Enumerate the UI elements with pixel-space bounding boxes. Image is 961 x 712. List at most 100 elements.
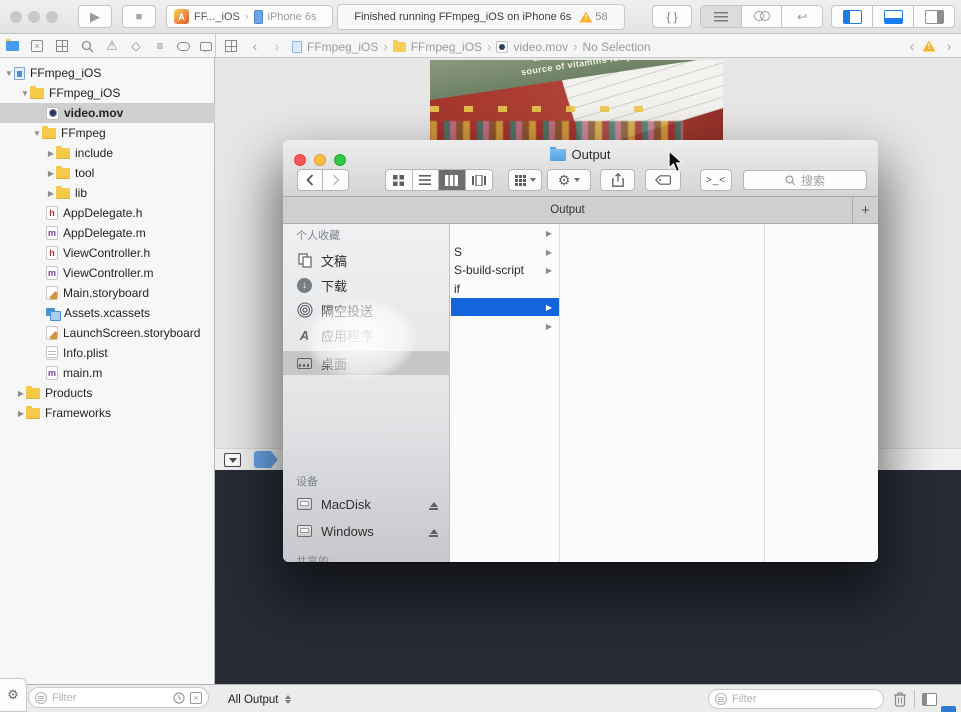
clock-icon[interactable] bbox=[173, 692, 185, 704]
zoom-window-button[interactable] bbox=[46, 11, 58, 23]
symbol-navigator-tab[interactable]: × bbox=[30, 39, 44, 53]
sidebar-item-macdisk[interactable]: MacDisk bbox=[283, 492, 450, 516]
breadcrumb-file[interactable]: video.mov bbox=[513, 40, 568, 54]
file-row[interactable]: ▶ bbox=[451, 317, 559, 335]
share-button[interactable] bbox=[600, 169, 635, 191]
minimize-window-button[interactable] bbox=[28, 11, 40, 23]
tree-row-products[interactable]: ▶Products bbox=[0, 383, 215, 403]
back-button[interactable]: ‹ bbox=[248, 39, 262, 53]
finder-titlebar[interactable]: Output bbox=[283, 140, 878, 197]
breadcrumb-group[interactable]: FFmpeg_iOS bbox=[411, 40, 482, 54]
icon-view-button[interactable] bbox=[386, 170, 413, 190]
action-button[interactable]: ⚙ bbox=[547, 169, 591, 191]
column-view-icon bbox=[445, 175, 458, 186]
code-snippets-button[interactable]: { } bbox=[652, 5, 692, 28]
related-items-button[interactable] bbox=[224, 39, 238, 53]
file-row[interactable]: S-build-script▶ bbox=[451, 261, 559, 279]
previous-issue-button[interactable]: ‹ bbox=[905, 39, 919, 53]
tree-row-tool[interactable]: ▶tool bbox=[0, 163, 215, 183]
toggle-console-button[interactable] bbox=[941, 706, 956, 712]
toggle-navigator-button[interactable] bbox=[832, 6, 873, 27]
disclosure-closed-icon[interactable]: ▶ bbox=[46, 189, 56, 198]
tree-row-appdelegate-m[interactable]: mAppDelegate.m bbox=[0, 223, 215, 243]
file-row[interactable]: S▶ bbox=[451, 243, 559, 261]
chevron-right-icon: › bbox=[947, 38, 952, 54]
file-row[interactable]: ▶ bbox=[451, 224, 559, 242]
tree-row-group[interactable]: ▼FFmpeg_iOS bbox=[0, 83, 215, 103]
tree-row-viewcontroller-h[interactable]: hViewController.h bbox=[0, 243, 215, 263]
tab-output[interactable]: Output bbox=[283, 204, 852, 216]
test-navigator-tab[interactable]: ◇ bbox=[129, 39, 143, 53]
folder-icon bbox=[56, 168, 70, 179]
disclosure-closed-icon[interactable]: ▶ bbox=[46, 169, 56, 178]
breadcrumb-selection[interactable]: No Selection bbox=[582, 40, 650, 54]
issue-indicator[interactable] bbox=[922, 39, 936, 53]
tree-row-assets[interactable]: Assets.xcassets bbox=[0, 303, 215, 323]
next-issue-button[interactable]: › bbox=[942, 39, 956, 53]
tree-row-ffmpeg[interactable]: ▼FFmpeg bbox=[0, 123, 215, 143]
toggle-debug-area-button[interactable] bbox=[873, 6, 914, 27]
eject-button[interactable] bbox=[429, 525, 438, 537]
view-mode-segment bbox=[385, 169, 493, 191]
disclosure-closed-icon[interactable]: ▶ bbox=[16, 389, 26, 398]
hierarchy-navigator-tab[interactable] bbox=[55, 39, 69, 53]
gear-popover[interactable]: ⚙ bbox=[0, 678, 27, 712]
finder-search-field[interactable]: 搜索 bbox=[743, 170, 867, 190]
flat-hierarchy-toggle[interactable]: × bbox=[190, 692, 202, 704]
sidebar-item-windows[interactable]: Windows bbox=[283, 519, 450, 543]
forward-button[interactable]: › bbox=[270, 39, 284, 53]
console-output-selector[interactable]: All Output bbox=[228, 692, 291, 707]
toggle-utilities-button[interactable] bbox=[914, 6, 954, 27]
list-view-button[interactable] bbox=[413, 170, 440, 190]
run-button[interactable]: ▶ bbox=[78, 5, 112, 28]
issue-navigator-tab[interactable]: ⚠ bbox=[105, 39, 119, 53]
debug-navigator-tab[interactable]: ≡ bbox=[153, 39, 167, 53]
toggle-variables-view-button[interactable] bbox=[922, 693, 937, 706]
disclosure-closed-icon[interactable]: ▶ bbox=[16, 409, 26, 418]
breakpoint-navigator-tab[interactable] bbox=[176, 39, 190, 53]
eject-button[interactable] bbox=[429, 498, 438, 510]
column-view-button[interactable] bbox=[439, 170, 466, 190]
back-button[interactable] bbox=[298, 170, 323, 190]
tree-row-viewcontroller-m[interactable]: mViewController.m bbox=[0, 263, 215, 283]
search-navigator-tab[interactable] bbox=[80, 39, 94, 53]
file-row-selected[interactable]: ▶ bbox=[451, 298, 559, 316]
assistant-editor-button[interactable] bbox=[742, 6, 783, 27]
tree-row-main-m[interactable]: mmain.m bbox=[0, 363, 215, 383]
video-options-button[interactable] bbox=[224, 453, 241, 467]
breadcrumb-project[interactable]: FFmpeg_iOS bbox=[307, 40, 378, 54]
report-navigator-tab[interactable] bbox=[199, 39, 213, 53]
stop-button[interactable]: ■ bbox=[122, 5, 156, 28]
project-navigator-tab[interactable] bbox=[5, 39, 19, 53]
tree-row-frameworks[interactable]: ▶Frameworks bbox=[0, 403, 215, 423]
tree-row-main-storyboard[interactable]: Main.storyboard bbox=[0, 283, 215, 303]
version-editor-button[interactable]: ↩ bbox=[782, 6, 822, 27]
warning-badge[interactable]: 58 bbox=[579, 11, 607, 23]
tree-row-info-plist[interactable]: Info.plist bbox=[0, 343, 215, 363]
tree-row-lib[interactable]: ▶lib bbox=[0, 183, 215, 203]
file-row[interactable]: if bbox=[451, 280, 559, 298]
folder-icon bbox=[56, 188, 70, 199]
standard-editor-button[interactable] bbox=[701, 6, 742, 27]
forward-button[interactable] bbox=[323, 170, 348, 190]
tree-row-video-mov[interactable]: video.mov bbox=[0, 103, 215, 123]
emoticon-toolbar-button[interactable]: >_< bbox=[700, 169, 732, 191]
trash-button[interactable] bbox=[893, 691, 907, 707]
disclosure-closed-icon[interactable]: ▶ bbox=[46, 149, 56, 158]
tree-row-appdelegate-h[interactable]: hAppDelegate.h bbox=[0, 203, 215, 223]
close-window-button[interactable] bbox=[10, 11, 22, 23]
console-filter-input[interactable]: Filter bbox=[708, 689, 884, 709]
navigator-filter-input[interactable]: Filter × bbox=[28, 687, 209, 708]
new-tab-button[interactable]: + bbox=[852, 197, 878, 223]
disclosure-open-icon[interactable]: ▼ bbox=[4, 69, 14, 78]
tree-row-include[interactable]: ▶include bbox=[0, 143, 215, 163]
disclosure-open-icon[interactable]: ▼ bbox=[32, 129, 42, 138]
disclosure-open-icon[interactable]: ▼ bbox=[20, 89, 30, 98]
tree-row-project[interactable]: ▼FFmpeg_iOS bbox=[0, 63, 215, 83]
debug-panel-icon bbox=[884, 10, 903, 24]
sidebar-item-documents[interactable]: 文稿 bbox=[283, 248, 450, 272]
tree-row-launchscreen[interactable]: LaunchScreen.storyboard bbox=[0, 323, 215, 343]
arrange-button[interactable] bbox=[508, 169, 542, 191]
coverflow-view-button[interactable] bbox=[466, 170, 492, 190]
scheme-selector[interactable]: A FF..._iOS › iPhone 6s bbox=[166, 5, 333, 28]
